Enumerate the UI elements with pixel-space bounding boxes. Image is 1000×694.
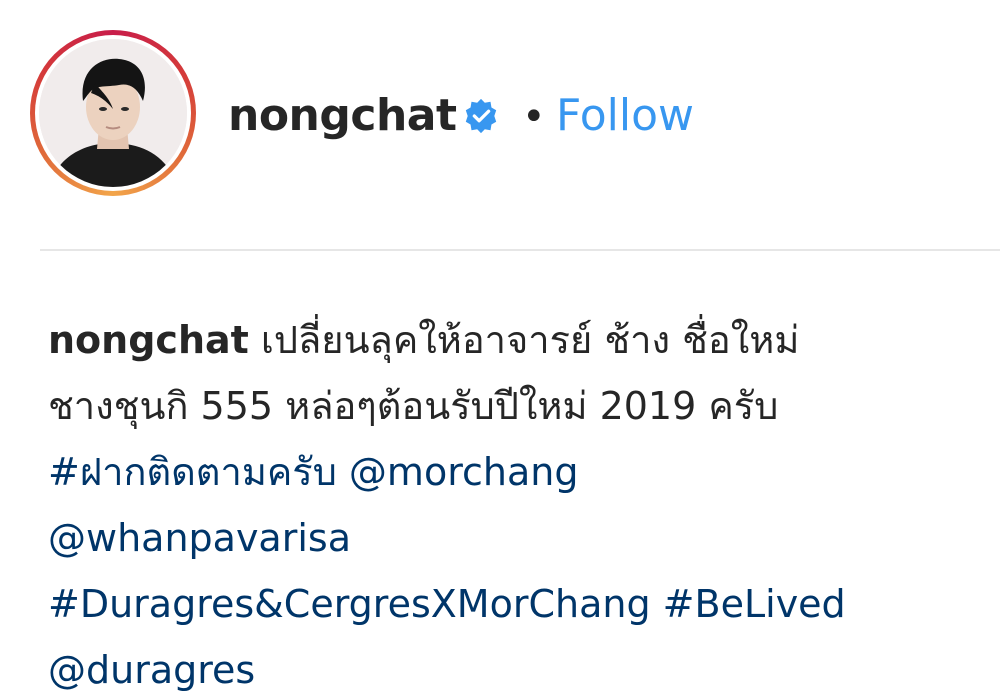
header-separator: •	[522, 94, 546, 140]
profile-photo	[39, 39, 187, 187]
mention-link-morchang[interactable]: @morchang	[349, 450, 579, 494]
post-username[interactable]: nongchat	[228, 88, 457, 144]
hashtag-link-duragres[interactable]: #Duragres&CergresXMorChang	[48, 582, 651, 626]
divider	[40, 249, 1000, 251]
instagram-post: nongchat • Follow nongchat เปลี่ยนลุคให้…	[0, 0, 1000, 694]
caption-line-4: @whanpavarisa	[48, 505, 988, 571]
caption-line-3: #ฝากติดตามครับ @morchang	[48, 439, 988, 505]
hashtag-link-belived[interactable]: #BeLived	[663, 582, 846, 626]
follow-button[interactable]: Follow	[556, 88, 694, 144]
verified-badge-icon	[465, 98, 497, 134]
post-header: nongchat • Follow	[0, 0, 1000, 240]
mention-link-whanpavarisa[interactable]: @whanpavarisa	[48, 516, 351, 560]
mention-link-duragres[interactable]: @duragres	[48, 648, 255, 692]
avatar[interactable]	[39, 39, 187, 187]
caption-line-1: nongchat เปลี่ยนลุคให้อาจารย์ ช้าง ชื่อใ…	[48, 307, 988, 373]
hashtag-link[interactable]: #ฝากติดตามครับ	[48, 450, 337, 494]
caption-username[interactable]: nongchat	[48, 318, 249, 362]
post-caption: nongchat เปลี่ยนลุคให้อาจารย์ ช้าง ชื่อใ…	[48, 307, 988, 694]
caption-line-2: ชางชุนกิ 555 หล่อๆต้อนรับปีใหม่ 2019 ครั…	[48, 384, 779, 428]
caption-text-1: เปลี่ยนลุคให้อาจารย์ ช้าง ชื่อใหม่	[260, 318, 800, 362]
caption-line-5: #Duragres&CergresXMorChang #BeLived	[48, 571, 988, 637]
caption-line-6: @duragres	[48, 637, 988, 694]
story-ring[interactable]	[30, 30, 196, 196]
